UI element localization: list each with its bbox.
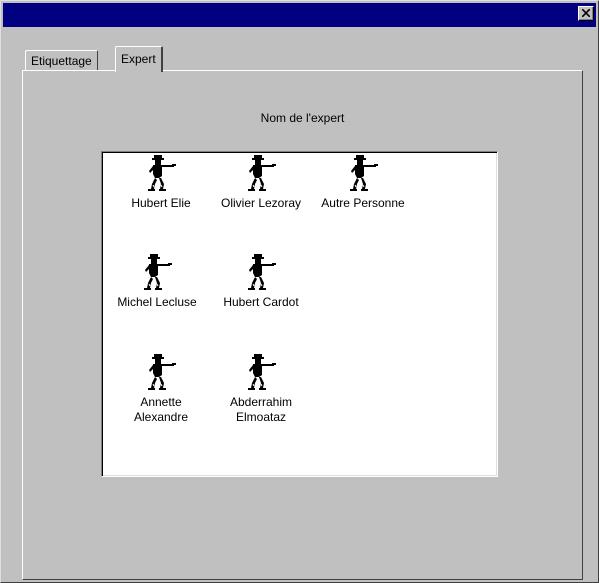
pointing-man-icon	[247, 353, 277, 391]
expert-item-hubert-cardot[interactable]: Hubert Cardot	[206, 253, 316, 310]
expert-name-label: Nom de l'expert	[260, 111, 345, 125]
title-bar[interactable]	[3, 3, 596, 27]
pointing-man-icon	[147, 154, 177, 192]
expert-tab-panel: Nom de l'expert Hubert Elie Olivier Lezo…	[22, 70, 583, 580]
expert-item-annette-alexandre[interactable]: Annette Alexandre	[106, 353, 216, 425]
expert-name: Annette Alexandre	[133, 395, 189, 424]
expert-name: Hubert Elie	[131, 196, 191, 210]
pointing-man-icon	[349, 154, 379, 192]
dialog-window: Etiquettage Expert Nom de l'expert Huber…	[0, 0, 599, 583]
expert-name: Michel Lecluse	[117, 295, 197, 309]
tab-expert[interactable]: Expert	[115, 46, 163, 72]
expert-item-abderrahim-elmoataz[interactable]: Abderrahim Elmoataz	[206, 353, 316, 425]
tab-etiquettage-label: Etiquettage	[31, 54, 92, 68]
expert-name: Olivier Lezoray	[220, 196, 302, 210]
expert-name: Autre Personne	[321, 196, 405, 210]
pointing-man-icon	[247, 154, 277, 192]
tab-etiquettage[interactable]: Etiquettage	[25, 50, 98, 70]
pointing-man-icon	[147, 353, 177, 391]
expert-name: Hubert Cardot	[223, 295, 299, 309]
expert-list[interactable]: Hubert Elie Olivier Lezoray Autre Person…	[101, 151, 498, 477]
pointing-man-icon	[247, 253, 277, 291]
expert-name: Abderrahim Elmoataz	[229, 395, 293, 424]
expert-item-autre-personne[interactable]: Autre Personne	[308, 154, 418, 211]
close-icon	[582, 9, 590, 17]
expert-item-michel-lecluse[interactable]: Michel Lecluse	[102, 253, 212, 310]
pointing-man-icon	[143, 253, 173, 291]
close-button[interactable]	[578, 6, 594, 21]
tab-expert-label: Expert	[121, 52, 156, 66]
expert-item-olivier-lezoray[interactable]: Olivier Lezoray	[206, 154, 316, 211]
expert-item-hubert-elie[interactable]: Hubert Elie	[106, 154, 216, 211]
